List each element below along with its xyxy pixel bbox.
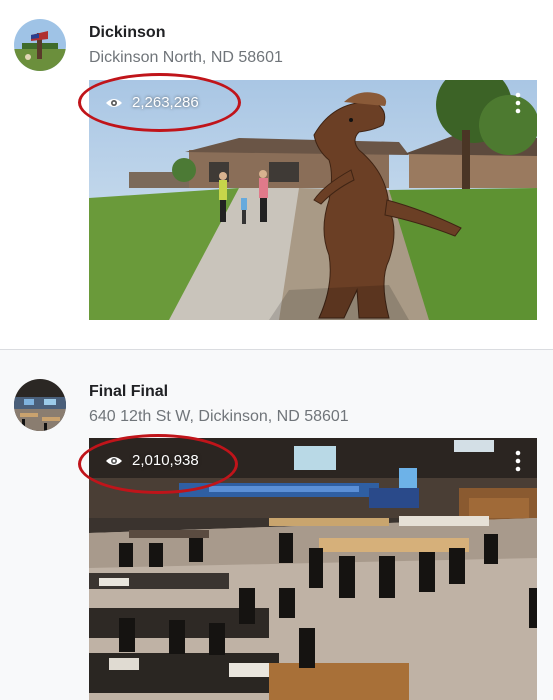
place-photo[interactable]: 2,263,286 — [89, 80, 537, 320]
dinosaur-statue-photo — [89, 80, 537, 320]
place-address: Dickinson North, ND 58601 — [89, 49, 283, 66]
more-vert-icon[interactable] — [515, 450, 521, 472]
place-photo[interactable]: 2,010,938 — [89, 438, 537, 700]
more-vert-icon[interactable] — [515, 92, 521, 114]
place-title[interactable]: Final Final — [89, 383, 168, 401]
place-title[interactable]: Dickinson — [89, 24, 165, 42]
place-avatar[interactable] — [14, 19, 66, 71]
eye-icon — [106, 98, 122, 107]
view-count-value: 2,263,286 — [132, 94, 199, 111]
eye-icon — [106, 456, 122, 465]
place-avatar[interactable] — [14, 379, 66, 431]
restaurant-interior-photo — [89, 438, 537, 700]
view-count-value: 2,010,938 — [132, 452, 199, 469]
place-card-dickinson[interactable]: Dickinson Dickinson North, ND 58601 2,26… — [0, 0, 553, 349]
place-card-final-final[interactable]: Final Final 640 12th St W, Dickinson, ND… — [0, 350, 553, 700]
place-address: 640 12th St W, Dickinson, ND 58601 — [89, 408, 349, 425]
view-count: 2,010,938 — [105, 452, 199, 469]
view-count: 2,263,286 — [105, 94, 199, 111]
